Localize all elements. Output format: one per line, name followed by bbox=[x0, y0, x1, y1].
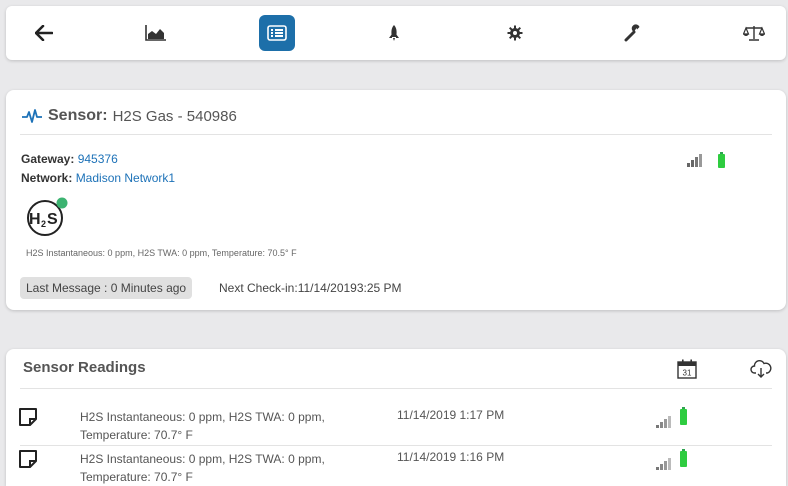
signal-strength-icon bbox=[687, 154, 702, 167]
svg-text:31: 31 bbox=[683, 369, 692, 378]
wrench-icon bbox=[624, 24, 640, 42]
calendar-icon: 31 bbox=[677, 359, 697, 379]
gear-icon bbox=[507, 25, 523, 41]
gateway-line: Gateway: 945376 bbox=[21, 152, 118, 166]
gateway-label: Gateway: bbox=[21, 152, 75, 166]
readings-title: Sensor Readings bbox=[23, 359, 146, 376]
rocket-button[interactable] bbox=[376, 15, 412, 51]
date-range-button[interactable]: 31 bbox=[673, 355, 701, 383]
toolbar bbox=[6, 6, 786, 60]
reading-timestamp: 11/14/2019 1:17 PM bbox=[397, 408, 505, 422]
cloud-download-icon bbox=[750, 359, 772, 378]
sensor-readings-card: Sensor Readings 31 H2S Instantaneous: 0 … bbox=[6, 349, 786, 486]
reading-row[interactable]: H2S Instantaneous: 0 ppm, H2S TWA: 0 ppm… bbox=[6, 441, 786, 486]
chart-icon bbox=[145, 25, 166, 41]
battery-icon bbox=[680, 407, 687, 425]
export-button[interactable] bbox=[747, 355, 775, 383]
settings-button[interactable] bbox=[497, 15, 533, 51]
network-label: Network: bbox=[21, 171, 73, 185]
reading-row[interactable]: H2S Instantaneous: 0 ppm, H2S TWA: 0 ppm… bbox=[6, 399, 786, 445]
pulse-icon bbox=[22, 109, 42, 123]
rocket-icon bbox=[389, 25, 399, 41]
last-message-badge: Last Message : 0 Minutes ago bbox=[20, 277, 193, 299]
network-link[interactable]: Madison Network1 bbox=[76, 171, 175, 185]
note-icon bbox=[19, 408, 37, 426]
note-icon bbox=[19, 450, 37, 468]
reading-values: H2S Instantaneous: 0 ppm, H2S TWA: 0 ppm… bbox=[80, 410, 325, 442]
h2s-sensor-icon: H 2 S bbox=[27, 197, 68, 236]
signal-strength-icon bbox=[656, 458, 671, 470]
battery-icon bbox=[680, 449, 687, 467]
readings-divider bbox=[20, 388, 772, 389]
chart-button[interactable] bbox=[138, 15, 174, 51]
battery-icon bbox=[718, 152, 725, 168]
sensor-readout: H2S Instantaneous: 0 ppm, H2S TWA: 0 ppm… bbox=[26, 248, 297, 258]
list-button[interactable] bbox=[259, 15, 295, 51]
sensor-name: H2S Gas - 540986 bbox=[112, 107, 237, 125]
network-line: Network: Madison Network1 bbox=[21, 171, 175, 185]
sensor-label: Sensor: bbox=[48, 107, 108, 124]
svg-text:H: H bbox=[29, 211, 41, 228]
svg-text:2: 2 bbox=[41, 219, 46, 229]
next-checkin: Next Check-in:11/14/20193:25 PM bbox=[219, 281, 402, 295]
gateway-link[interactable]: 945376 bbox=[78, 152, 118, 166]
calibrate-button[interactable] bbox=[736, 15, 772, 51]
header-divider bbox=[20, 134, 772, 135]
svg-text:S: S bbox=[47, 211, 58, 228]
sensor-header: Sensor: H2S Gas - 540986 bbox=[22, 104, 237, 128]
reading-timestamp: 11/14/2019 1:16 PM bbox=[397, 450, 505, 464]
list-icon bbox=[267, 25, 287, 41]
signal-strength-icon bbox=[656, 416, 671, 428]
back-arrow-icon bbox=[35, 25, 53, 41]
sensor-card: Sensor: H2S Gas - 540986 Gateway: 945376… bbox=[6, 90, 786, 310]
scale-icon bbox=[743, 26, 765, 41]
reading-values: H2S Instantaneous: 0 ppm, H2S TWA: 0 ppm… bbox=[80, 452, 325, 484]
status-indicator bbox=[56, 197, 68, 209]
back-button[interactable] bbox=[26, 15, 62, 51]
tools-button[interactable] bbox=[615, 15, 651, 51]
